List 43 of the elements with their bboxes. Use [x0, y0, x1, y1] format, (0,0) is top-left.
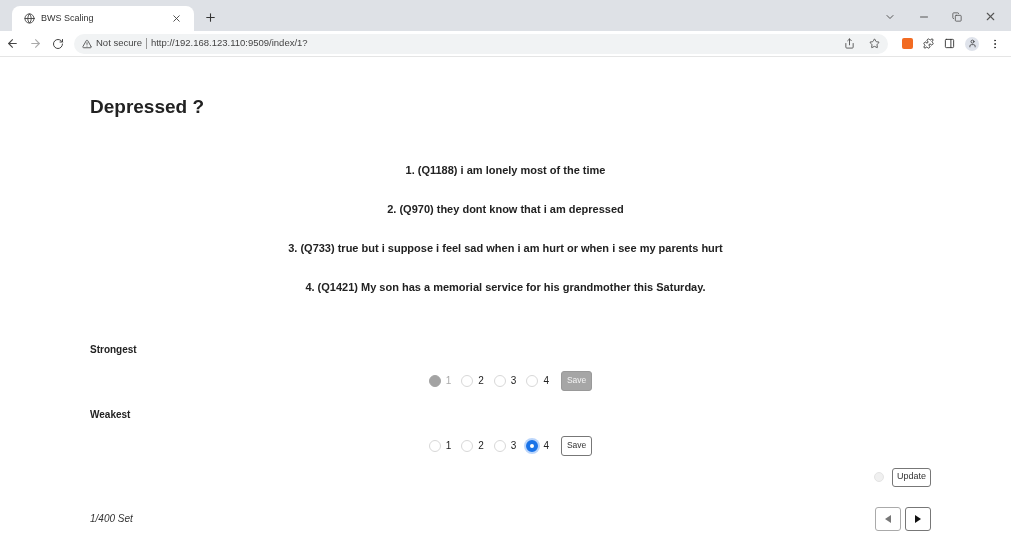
group-label: Strongest [90, 342, 137, 357]
update-checkbox[interactable] [873, 472, 884, 482]
group-label: Weakest [90, 407, 131, 422]
question-text: 1. (Q1188) i am lonely most of the time [405, 162, 606, 178]
share-icon[interactable] [844, 38, 855, 49]
option-label: 3 [510, 439, 517, 453]
question-text: 2. (Q970) they dont know that i am depressed [387, 201, 624, 217]
question-text: 3. (Q733) true but i suppose i feel sad when i am hurt or when i see my parents hurt [288, 240, 723, 256]
warning-icon [82, 38, 92, 49]
option-label: 3 [510, 374, 517, 388]
bookmark-icon[interactable] [869, 38, 880, 49]
set-counter: 1/400 Set [90, 512, 133, 526]
new-tab-icon[interactable] [204, 11, 217, 24]
side-panel-icon[interactable] [944, 38, 955, 49]
question-text: 4. (Q1421) My son has a memorial service for his grandmother this Saturday. [305, 279, 706, 295]
reload-icon[interactable] [52, 37, 64, 50]
browser-tab[interactable]: BWS Scaling [12, 6, 194, 31]
tab-title: BWS Scaling [41, 11, 95, 25]
extension-icon[interactable] [902, 38, 913, 49]
restore-icon[interactable] [952, 11, 962, 22]
next-button[interactable] [905, 506, 931, 531]
option-label: 4 [543, 439, 549, 453]
radio-button[interactable] [526, 439, 539, 452]
right-triangle-icon [915, 514, 921, 523]
forward-icon[interactable] [29, 37, 42, 50]
globe-icon [24, 13, 35, 24]
option-label: 4 [543, 374, 549, 388]
back-icon[interactable] [6, 37, 19, 50]
close-icon[interactable] [984, 10, 997, 23]
close-icon[interactable] [171, 13, 182, 24]
security-label: Not secure [96, 36, 142, 51]
address-bar[interactable]: Not secure http://192.168.123.110:9509/index/1? [74, 33, 888, 54]
option-label: 1 [445, 374, 452, 388]
option-label: 1 [445, 439, 452, 453]
extensions-icon[interactable] [923, 38, 934, 49]
url-text: http://192.168.123.110:9509/index/1? [150, 36, 308, 51]
update-button[interactable]: Update [891, 467, 931, 487]
left-triangle-icon [885, 514, 891, 523]
option-label: 2 [478, 439, 484, 453]
profile-icon[interactable] [965, 36, 979, 51]
save-button[interactable]: Save [560, 435, 593, 456]
page-title: Depressed ? [90, 95, 205, 119]
option-label: 2 [478, 374, 484, 388]
